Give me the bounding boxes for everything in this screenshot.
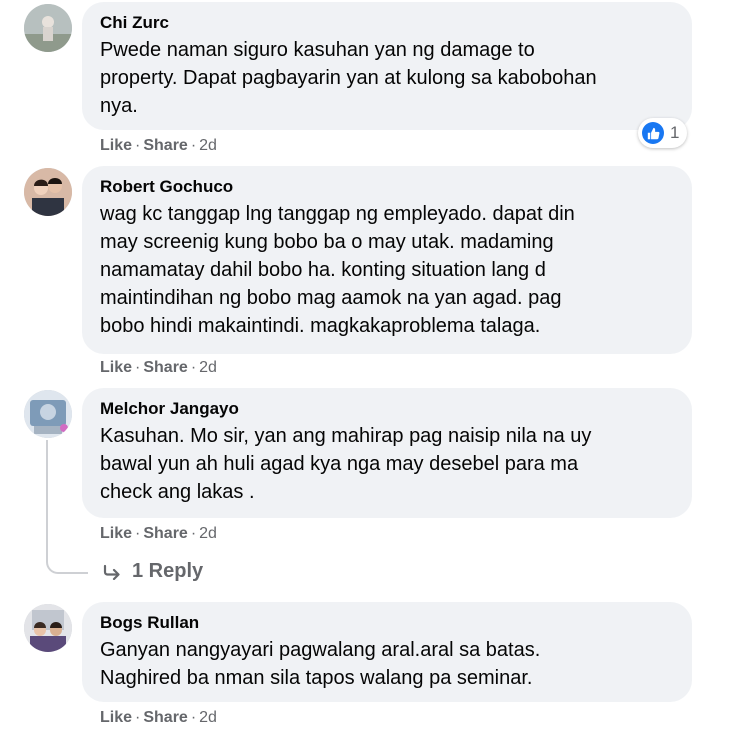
like-button[interactable]: Like: [100, 359, 132, 376]
avatar[interactable]: [24, 390, 72, 438]
view-replies-button[interactable]: 1 Reply: [102, 560, 203, 583]
thumbs-up-icon: [642, 122, 664, 144]
like-button[interactable]: Like: [100, 709, 132, 726]
comment-time[interactable]: 2d: [199, 709, 217, 726]
comment-text: wag kc tanggap lng tanggap ng empleyado.…: [100, 203, 575, 337]
like-button[interactable]: Like: [100, 137, 132, 154]
comment-bubble: Chi Zurc Pwede naman siguro kasuhan yan …: [82, 2, 692, 130]
avatar[interactable]: [24, 604, 72, 652]
reply-arrow-icon: [103, 564, 120, 580]
comment-text: Ganyan nangyayari pagwalang aral.aral sa…: [100, 639, 541, 689]
share-button[interactable]: Share: [143, 525, 187, 542]
comment-actions: Like · Share · 2d: [100, 137, 217, 154]
reaction-number: 1: [670, 123, 680, 142]
comment-actions: Like · Share · 2d: [100, 359, 217, 376]
replies-count: 1 Reply: [132, 560, 204, 582]
comment-actions: Like · Share · 2d: [100, 525, 217, 542]
comment-author[interactable]: Chi Zurc: [100, 12, 674, 34]
comment-actions: Like · Share · 2d: [100, 709, 217, 726]
avatar[interactable]: [24, 168, 72, 216]
comment-bubble: Melchor Jangayo Kasuhan. Mo sir, yan ang…: [82, 388, 692, 518]
comment-text: Pwede naman siguro kasuhan yan ng damage…: [100, 39, 597, 117]
like-button[interactable]: Like: [100, 525, 132, 542]
comment-text: Kasuhan. Mo sir, yan ang mahirap pag nai…: [100, 425, 592, 503]
share-button[interactable]: Share: [143, 359, 187, 376]
share-button[interactable]: Share: [143, 709, 187, 726]
comment-author[interactable]: Melchor Jangayo: [100, 398, 674, 420]
comment-time[interactable]: 2d: [199, 359, 217, 376]
comment-time[interactable]: 2d: [199, 137, 217, 154]
reaction-count[interactable]: 1: [638, 118, 688, 148]
comment-bubble: Bogs Rullan Ganyan nangyayari pagwalang …: [82, 602, 692, 702]
comment-author[interactable]: Bogs Rullan: [100, 612, 674, 634]
share-button[interactable]: Share: [143, 137, 187, 154]
comment-time[interactable]: 2d: [199, 525, 217, 542]
avatar[interactable]: [24, 4, 72, 52]
comment-bubble: Robert Gochuco wag kc tanggap lng tangga…: [82, 166, 692, 354]
comment-author[interactable]: Robert Gochuco: [100, 176, 674, 198]
